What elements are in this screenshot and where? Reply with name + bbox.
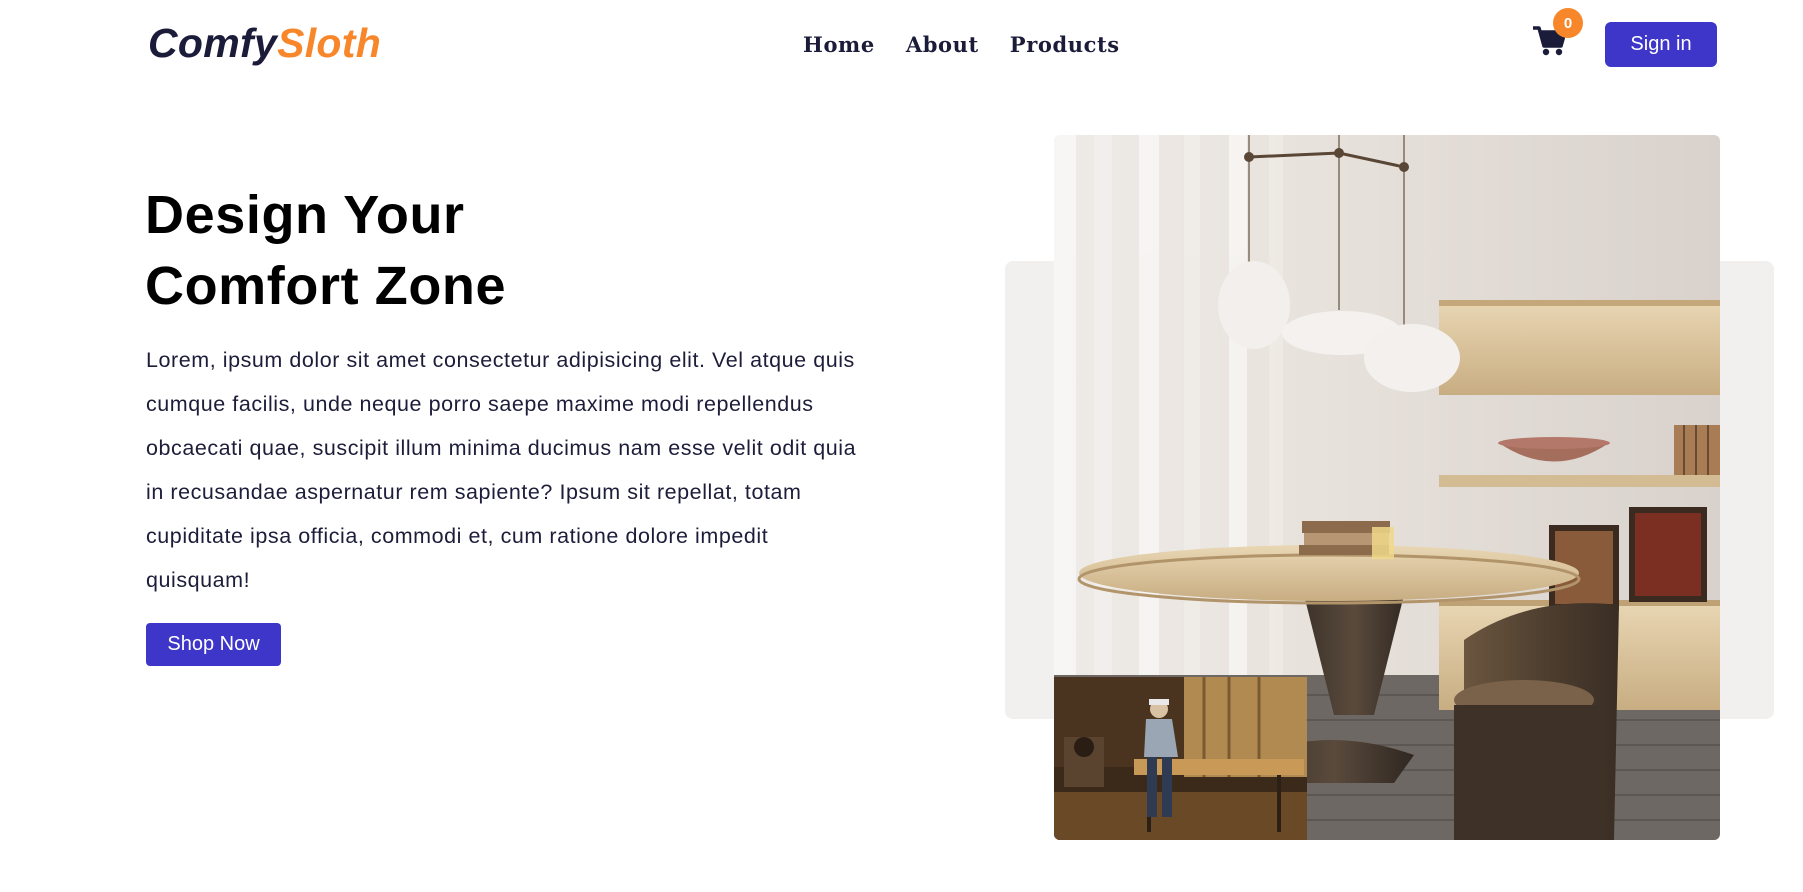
hero-description: Lorem, ipsum dolor sit amet consectetur … bbox=[146, 348, 857, 592]
hero-title: Design Your Comfort Zone bbox=[145, 180, 506, 322]
hero-title-line-2: Comfort Zone bbox=[145, 256, 507, 316]
logo[interactable]: ComfySloth bbox=[148, 20, 381, 67]
shop-now-button[interactable]: Shop Now bbox=[146, 623, 281, 666]
cart-count-badge: 0 bbox=[1553, 8, 1583, 38]
nav-link-products[interactable]: Products bbox=[1010, 32, 1120, 57]
logo-part-comfy: Comfy bbox=[148, 20, 278, 66]
navbar: ComfySloth Home About Products 0 Sign in bbox=[0, 0, 1803, 90]
sign-in-button[interactable]: Sign in bbox=[1605, 22, 1717, 67]
logo-part-sloth: Sloth bbox=[277, 20, 382, 66]
nav-link-home[interactable]: Home bbox=[803, 32, 875, 57]
nav-links: Home About Products bbox=[803, 32, 1120, 57]
hero-title-line-1: Design Your bbox=[145, 185, 465, 245]
nav-link-about[interactable]: About bbox=[906, 32, 979, 57]
workshop-image bbox=[1054, 677, 1307, 840]
